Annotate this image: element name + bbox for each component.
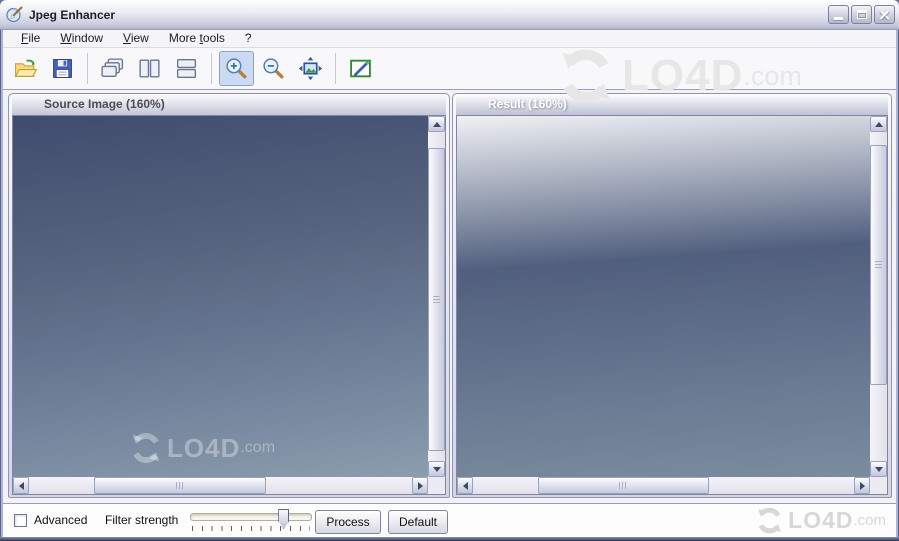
app-icon [6, 6, 23, 23]
bottom-bar: Advanced Filter strength Process Default… [3, 503, 896, 537]
minimize-button[interactable] [828, 5, 849, 24]
arrow-up-icon [874, 118, 883, 127]
filter-strength-label: Filter strength [105, 513, 179, 527]
source-vscroll-up-button[interactable] [428, 116, 445, 132]
cascade-windows-button[interactable] [95, 51, 130, 86]
tile-horizontal-button[interactable] [169, 51, 204, 86]
title-bar[interactable]: Jpeg Enhancer [0, 0, 899, 30]
result-panel-titlebar[interactable]: Result (160%) [456, 94, 888, 115]
lo4d-watermark-source: LO4D .com [129, 431, 275, 465]
toolbar-separator [211, 53, 212, 84]
zoom-out-button[interactable] [256, 51, 291, 86]
default-button[interactable]: Default [388, 510, 448, 534]
menu-file[interactable]: File [11, 30, 50, 47]
source-panel-title: Source Image (160%) [44, 97, 165, 111]
result-hscroll-right-button[interactable] [854, 477, 870, 494]
arrow-left-icon [459, 481, 468, 490]
menu-more-tools[interactable]: More tools [159, 30, 235, 47]
result-vscroll-thumb[interactable] [870, 145, 887, 386]
result-vscroll-up-button[interactable] [870, 116, 887, 132]
advanced-label[interactable]: Advanced [34, 504, 87, 537]
maximize-button[interactable] [851, 5, 872, 24]
fit-to-window-button[interactable] [293, 51, 328, 86]
client-area: File Window View More tools ? Source Ima… [3, 30, 896, 537]
result-hscrollbar [457, 477, 870, 494]
result-vscroll-track[interactable] [870, 132, 887, 461]
source-panel-titlebar[interactable]: Source Image (160%) [12, 94, 446, 115]
result-hscroll-left-button[interactable] [457, 477, 473, 494]
arrow-down-icon [432, 466, 441, 476]
arrow-down-icon [874, 466, 883, 476]
source-vscrollbar [428, 116, 445, 477]
source-image-canvas: LO4D .com [13, 116, 428, 477]
zoom-out-icon [263, 58, 284, 79]
window-title: Jpeg Enhancer [29, 7, 116, 22]
save-button[interactable] [45, 51, 80, 86]
filter-strength-slider [190, 509, 314, 535]
arrow-right-icon [417, 481, 427, 490]
menu-window[interactable]: Window [50, 30, 113, 47]
minimize-icon [834, 17, 843, 20]
result-hscroll-track[interactable] [473, 477, 854, 494]
filter-strength-slider-ticks [192, 526, 310, 531]
mdi-client: Source Image (160%) LO4D .com Result (16… [3, 90, 896, 503]
close-button[interactable] [874, 5, 895, 24]
open-button[interactable] [8, 51, 43, 86]
source-vscroll-down-button[interactable] [428, 461, 445, 477]
lo4d-watermark-bottom: LO4D .com [755, 506, 886, 535]
folder-open-icon [14, 59, 38, 77]
enhance-button[interactable] [343, 51, 378, 86]
toolbar-separator [87, 53, 88, 84]
cascade-windows-icon [101, 58, 124, 77]
result-panel-body [456, 115, 888, 495]
result-panel-title: Result (160%) [488, 97, 567, 111]
scrollbar-corner [428, 477, 445, 494]
toolbar [3, 48, 896, 90]
result-image-canvas [457, 116, 870, 477]
window-controls [828, 5, 895, 24]
source-hscroll-thumb[interactable] [94, 477, 267, 494]
lo4d-logo-icon [758, 507, 781, 534]
result-hscroll-thumb[interactable] [537, 477, 710, 494]
arrow-left-icon [15, 481, 24, 490]
scrollbar-corner [870, 477, 887, 494]
tile-vertical-button[interactable] [132, 51, 167, 86]
maximize-icon [856, 10, 867, 19]
source-hscroll-right-button[interactable] [412, 477, 428, 494]
result-panel: Result (160%) [452, 93, 892, 498]
lo4d-logo-icon [132, 433, 160, 463]
result-vscrollbar [870, 116, 887, 477]
close-icon [878, 8, 891, 21]
enhance-image-icon [350, 59, 371, 78]
arrow-right-icon [859, 481, 869, 490]
source-vscroll-track[interactable] [428, 132, 445, 461]
filter-strength-slider-track[interactable] [190, 513, 312, 521]
menu-bar: File Window View More tools ? [3, 30, 896, 48]
tile-vertical-icon [139, 59, 160, 78]
arrow-up-icon [432, 118, 441, 127]
source-panel: Source Image (160%) LO4D .com [8, 93, 450, 498]
advanced-checkbox[interactable] [14, 514, 27, 527]
floppy-disk-icon [53, 59, 72, 78]
source-panel-body: LO4D .com [12, 115, 446, 495]
source-hscroll-left-button[interactable] [13, 477, 29, 494]
result-vscroll-down-button[interactable] [870, 461, 887, 477]
fit-image-icon [298, 56, 323, 81]
tile-horizontal-icon [176, 58, 197, 79]
menu-view[interactable]: View [113, 30, 159, 47]
source-vscroll-thumb[interactable] [428, 148, 445, 452]
process-button[interactable]: Process [315, 510, 381, 534]
source-hscrollbar [13, 477, 428, 494]
zoom-in-button[interactable] [219, 51, 254, 86]
app-window: Jpeg Enhancer File Window View More tool… [0, 0, 899, 541]
toolbar-separator [335, 53, 336, 84]
menu-help[interactable]: ? [235, 30, 262, 47]
zoom-in-icon [226, 58, 247, 79]
source-hscroll-track[interactable] [29, 477, 412, 494]
